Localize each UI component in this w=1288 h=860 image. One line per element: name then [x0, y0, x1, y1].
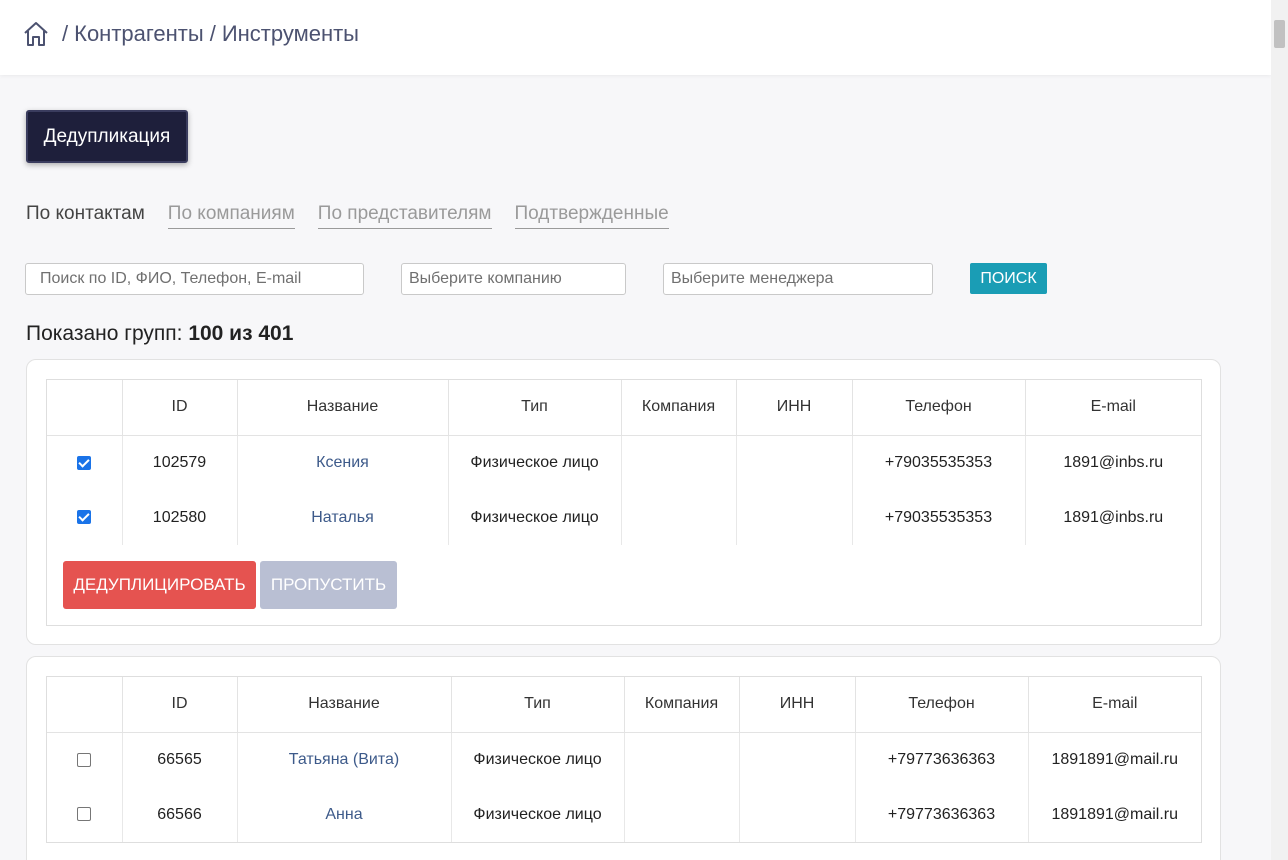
header-email: E-mail — [1028, 677, 1201, 733]
cell-email: 1891@inbs.ru — [1063, 508, 1164, 526]
company-select[interactable] — [401, 263, 626, 295]
row-checkbox[interactable] — [77, 510, 92, 525]
header-company: Компания — [624, 677, 740, 733]
cell-inn — [736, 435, 853, 490]
cell-id: 102580 — [122, 490, 238, 545]
header-phone: Телефон — [852, 380, 1026, 436]
cell-phone: +79035535353 — [852, 435, 1026, 490]
cell-id: 102579 — [122, 435, 238, 490]
cell-email: 1891891@mail.ru — [1051, 750, 1179, 768]
cell-email: 1891@inbs.ru — [1063, 453, 1164, 471]
contact-name-link[interactable]: Анна — [325, 806, 362, 823]
header-type: Тип — [448, 380, 622, 436]
cell-phone: +79773636363 — [855, 732, 1029, 787]
cell-inn — [739, 787, 856, 842]
tab-confirmed[interactable]: Подтвержденные — [514, 203, 669, 229]
home-icon[interactable] — [22, 20, 50, 48]
scrollbar-thumb[interactable] — [1274, 20, 1285, 48]
table-header-row: ID Название Тип Компания ИНН Телефон E-m… — [47, 677, 1201, 733]
cell-phone: +79035535353 — [852, 490, 1026, 545]
table-row: 102579 Ксения Физическое лицо +790355353… — [47, 435, 1201, 490]
contact-name-link[interactable]: Наталья — [311, 509, 373, 526]
cell-id: 66565 — [122, 732, 238, 787]
group-table: ID Название Тип Компания ИНН Телефон E-m… — [47, 380, 1201, 545]
header-email: E-mail — [1025, 380, 1201, 436]
header-select — [47, 677, 123, 733]
table-header-row: ID Название Тип Компания ИНН Телефон E-m… — [47, 380, 1201, 436]
duplicate-group-card: ID Название Тип Компания ИНН Телефон E-m… — [26, 359, 1221, 645]
top-bar: / Контрагенты / Инструменты — [0, 0, 1271, 75]
table-row: 66566 Анна Физическое лицо +79773636363 … — [47, 787, 1201, 842]
cell-inn — [736, 490, 853, 545]
header-inn: ИНН — [739, 677, 856, 733]
tab-by-companies[interactable]: По компаниям — [167, 203, 295, 229]
cell-email: 1891891@mail.ru — [1051, 805, 1179, 823]
search-button[interactable]: ПОИСК — [970, 263, 1047, 294]
groups-count-value: 100 из 401 — [188, 322, 294, 345]
header-name: Название — [237, 380, 449, 436]
cell-company — [624, 732, 740, 787]
cell-company — [621, 490, 737, 545]
search-input[interactable] — [25, 263, 364, 295]
breadcrumb-item-counterparties[interactable]: Контрагенты — [74, 21, 204, 47]
cell-type: Физическое лицо — [448, 435, 622, 490]
group-table: ID Название Тип Компания ИНН Телефон E-m… — [47, 677, 1201, 842]
contact-name-link[interactable]: Татьяна (Вита) — [289, 751, 399, 768]
group-actions: ДЕДУПЛИЦИРОВАТЬ ПРОПУСТИТЬ — [63, 561, 397, 609]
manager-select[interactable] — [663, 263, 933, 295]
contact-name-link[interactable]: Ксения — [316, 454, 369, 471]
cell-phone: +79773636363 — [855, 787, 1029, 842]
header-id: ID — [122, 380, 238, 436]
cell-company — [621, 435, 737, 490]
tab-by-representatives[interactable]: По представителям — [317, 203, 492, 229]
breadcrumb-separator: / — [62, 21, 69, 46]
header-inn: ИНН — [736, 380, 853, 436]
deduplication-button[interactable]: Дедупликация — [26, 110, 188, 163]
breadcrumb-item-tools: Инструменты — [221, 21, 359, 46]
cell-id: 66566 — [122, 787, 238, 842]
cell-inn — [739, 732, 856, 787]
header-id: ID — [122, 677, 238, 733]
groups-count: Показано групп: 100 из 401 — [26, 322, 293, 346]
cell-type: Физическое лицо — [451, 787, 625, 842]
group-table-container: ID Название Тип Компания ИНН Телефон E-m… — [46, 676, 1202, 843]
page-scrollbar[interactable] — [1271, 0, 1288, 860]
header-select — [47, 380, 123, 436]
breadcrumb-separator: / — [209, 21, 216, 46]
group-table-container: ID Название Тип Компания ИНН Телефон E-m… — [46, 379, 1202, 626]
header-company: Компания — [621, 380, 737, 436]
cell-type: Физическое лицо — [451, 732, 625, 787]
header-phone: Телефон — [855, 677, 1029, 733]
table-row: 102580 Наталья Физическое лицо +79035535… — [47, 490, 1201, 545]
header-name: Название — [237, 677, 452, 733]
header-type: Тип — [451, 677, 625, 733]
row-checkbox[interactable] — [77, 455, 92, 470]
table-row: 66565 Татьяна (Вита) Физическое лицо +79… — [47, 732, 1201, 787]
breadcrumb: / Контрагенты / Инструменты — [22, 20, 359, 48]
cell-type: Физическое лицо — [448, 490, 622, 545]
cell-company — [624, 787, 740, 842]
row-checkbox[interactable] — [77, 807, 92, 822]
skip-button[interactable]: ПРОПУСТИТЬ — [260, 561, 397, 609]
groups-count-label: Показано групп: — [26, 322, 183, 345]
row-checkbox[interactable] — [77, 752, 92, 767]
tab-by-contacts[interactable]: По контактам — [26, 203, 145, 229]
tabs: По контактам По компаниям По представите… — [26, 203, 692, 229]
deduplicate-button[interactable]: ДЕДУПЛИЦИРОВАТЬ — [63, 561, 256, 609]
duplicate-group-card: ID Название Тип Компания ИНН Телефон E-m… — [26, 656, 1221, 860]
